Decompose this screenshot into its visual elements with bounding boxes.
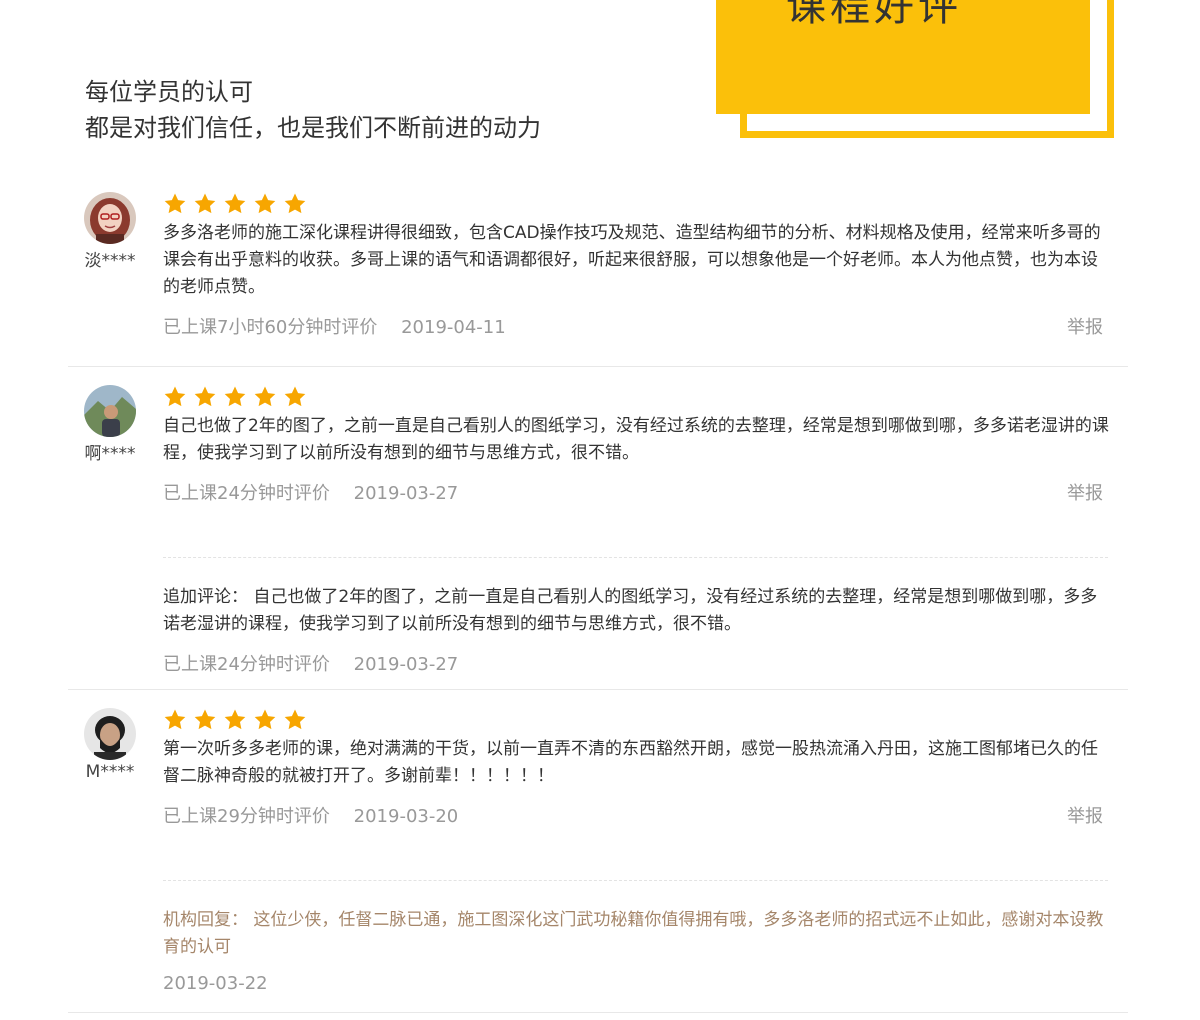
review-content: 自己也做了2年的图了，之前一直是自己看别人的图纸学习，没有经过系统的去整理，经常… (163, 385, 1113, 509)
study-duration: 已上课24分钟时评价 (163, 483, 330, 504)
section-title-badge: 课程好评 (716, 0, 1090, 114)
user-name: M**** (85, 762, 135, 782)
review-date: 2019-03-27 (353, 483, 459, 504)
star-icon (283, 708, 307, 732)
star-icon (223, 385, 247, 409)
review-content: 多多洛老师的施工深化课程讲得很细致，包含CAD操作技巧及规范、造型结构细节的分析… (163, 192, 1113, 343)
user-name: 淡**** (84, 251, 136, 271)
section-title: 课程好评 (786, 0, 962, 30)
star-icon (253, 192, 277, 216)
section-subtitle: 每位学员的认可 都是对我们信任，也是我们不断前进的动力 (85, 74, 541, 146)
report-link[interactable]: 举报 (1067, 479, 1103, 505)
study-duration: 已上课29分钟时评价 (163, 806, 330, 827)
star-icon (163, 708, 187, 732)
star-rating (163, 385, 1113, 411)
review-text: 第一次听多多老师的课，绝对满满的干货，以前一直弄不清的东西豁然开朗，感觉一股热流… (163, 739, 1098, 786)
review-item: 淡**** 多多洛老师的施工深化课程讲得很细致，包含CAD操作技巧及规范、造型结… (68, 174, 1128, 367)
review-meta: 已上课24分钟时评价 2019-03-27 举报 (163, 479, 1113, 509)
reply-date: 2019-03-22 (163, 973, 268, 994)
followup-date: 2019-03-27 (353, 654, 459, 675)
avatar (84, 385, 136, 437)
star-rating (163, 708, 1113, 734)
review-text: 多多洛老师的施工深化课程讲得很细致，包含CAD操作技巧及规范、造型结构细节的分析… (163, 223, 1101, 297)
review-text: 自己也做了2年的图了，之前一直是自己看别人的图纸学习，没有经过系统的去整理，经常… (163, 416, 1109, 463)
review-list: 淡**** 多多洛老师的施工深化课程讲得很细致，包含CAD操作技巧及规范、造型结… (68, 174, 1128, 1013)
report-link[interactable]: 举报 (1067, 313, 1103, 339)
subtitle-line-1: 每位学员的认可 (85, 78, 253, 106)
avatar (84, 708, 136, 760)
star-icon (193, 385, 217, 409)
review-item: M**** 第一次听多多老师的课，绝对满满的干货，以前一直弄不清的东西豁然开朗，… (68, 690, 1128, 1013)
review-meta: 已上课7小时60分钟时评价 2019-04-11 举报 (163, 313, 1113, 343)
report-link[interactable]: 举报 (1067, 802, 1103, 828)
star-icon (163, 385, 187, 409)
study-duration: 已上课7小时60分钟时评价 (163, 317, 378, 338)
study-duration: 已上课24分钟时评价 (163, 654, 330, 675)
star-icon (193, 192, 217, 216)
star-icon (253, 708, 277, 732)
star-icon (283, 385, 307, 409)
review-date: 2019-04-11 (401, 317, 506, 338)
star-icon (283, 192, 307, 216)
star-icon (253, 385, 277, 409)
star-icon (223, 192, 247, 216)
followup-meta: 已上课24分钟时评价 2019-03-27 (163, 650, 1108, 680)
followup-comment: 追加评论： 自己也做了2年的图了，之前一直是自己看别人的图纸学习，没有经过系统的… (163, 557, 1108, 680)
review-date: 2019-03-20 (353, 806, 459, 827)
star-icon (193, 708, 217, 732)
review-item: 啊**** 自己也做了2年的图了，之前一直是自己看别人的图纸学习，没有经过系统的… (68, 367, 1128, 690)
reply-meta: 2019-03-22 (163, 973, 1108, 1003)
review-content: 第一次听多多老师的课，绝对满满的干货，以前一直弄不清的东西豁然开朗，感觉一股热流… (163, 708, 1113, 832)
institution-reply: 机构回复： 这位少侠，任督二脉已通，施工图深化这门武功秘籍你值得拥有哦，多多洛老… (163, 880, 1108, 1003)
avatar (84, 192, 136, 244)
user-name: 啊**** (84, 444, 136, 464)
reply-text: 机构回复： 这位少侠，任督二脉已通，施工图深化这门武功秘籍你值得拥有哦，多多洛老… (163, 910, 1104, 957)
star-rating (163, 192, 1113, 218)
followup-text: 追加评论： 自己也做了2年的图了，之前一直是自己看别人的图纸学习，没有经过系统的… (163, 587, 1098, 634)
star-icon (163, 192, 187, 216)
subtitle-line-2: 都是对我们信任，也是我们不断前进的动力 (85, 114, 541, 142)
star-icon (223, 708, 247, 732)
review-meta: 已上课29分钟时评价 2019-03-20 举报 (163, 802, 1113, 832)
